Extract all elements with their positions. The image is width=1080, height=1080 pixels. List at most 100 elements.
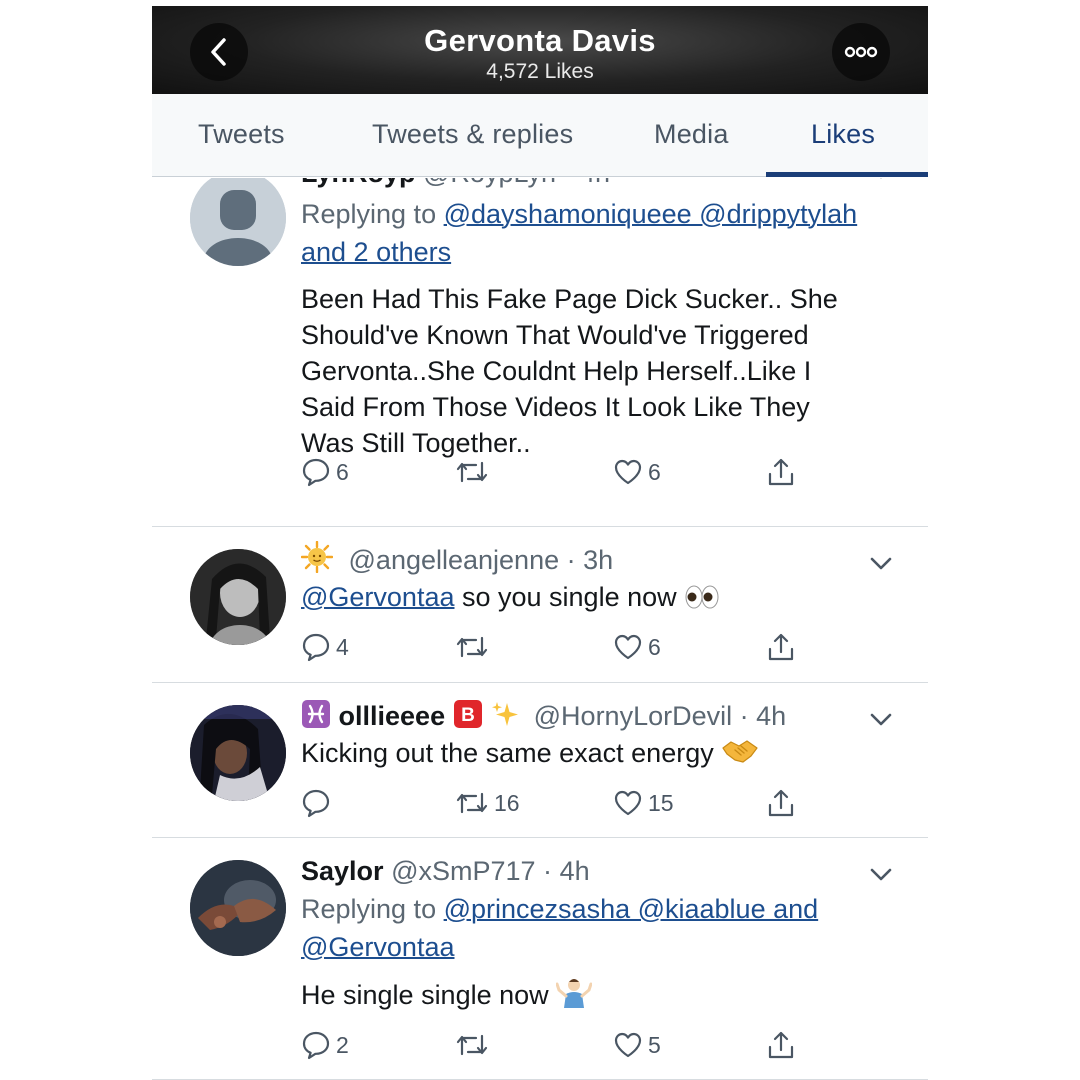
chevron-down-icon[interactable] bbox=[870, 713, 892, 727]
header-title-group: Gervonta Davis 4,572 Likes bbox=[152, 24, 928, 85]
share-button[interactable] bbox=[765, 786, 797, 820]
tweet-actions: 2 5 bbox=[301, 1028, 801, 1062]
tweet-content: @angelleanjenne · 3h @Gervontaa so you s… bbox=[301, 541, 892, 615]
display-name[interactable]: LynRoyp bbox=[301, 178, 416, 188]
sparkles-icon bbox=[492, 702, 519, 726]
share-button[interactable] bbox=[765, 1028, 797, 1062]
reply-count: 2 bbox=[336, 1031, 349, 1058]
tweet-content: olllieeee B @HornyLorDevil · 4h Kicking … bbox=[301, 697, 892, 771]
retweet-button[interactable] bbox=[455, 455, 494, 489]
retweet-icon bbox=[456, 1034, 488, 1056]
reply-icon bbox=[302, 789, 330, 818]
tweet-item[interactable]: Saylor @xSmP717 · 4h Replying to @prince… bbox=[152, 838, 928, 1080]
pisces-icon bbox=[302, 700, 330, 728]
more-button[interactable] bbox=[832, 23, 890, 81]
user-photo-icon bbox=[190, 549, 286, 645]
handshake-icon bbox=[722, 740, 758, 763]
retweet-button[interactable] bbox=[455, 1028, 494, 1062]
heart-icon bbox=[614, 634, 642, 660]
tweet-header: LynRoyp @RoypLyn · 4h bbox=[301, 178, 892, 192]
profile-tabs: Tweets Tweets & replies Media Likes bbox=[152, 94, 928, 177]
reply-mention-link[interactable]: @Gervontaa bbox=[301, 932, 454, 962]
retweet-icon bbox=[456, 636, 488, 658]
avatar[interactable] bbox=[190, 549, 286, 645]
tweet-text: Kicking out the same exact energy bbox=[301, 735, 892, 771]
tweet-header: Saylor @xSmP717 · 4h bbox=[301, 856, 590, 886]
avatar[interactable] bbox=[190, 860, 286, 956]
profile-header: Gervonta Davis 4,572 Likes bbox=[152, 6, 928, 94]
tweet-text: Been Had This Fake Page Dick Sucker.. Sh… bbox=[301, 284, 838, 458]
chevron-down-icon[interactable] bbox=[870, 557, 892, 571]
display-name[interactable]: olllieeee bbox=[339, 701, 446, 731]
reply-button[interactable]: 4 bbox=[301, 630, 349, 664]
sun-face-icon bbox=[301, 541, 333, 573]
reply-others-link[interactable]: and 2 others bbox=[301, 237, 451, 267]
reply-button[interactable]: 2 bbox=[301, 1028, 349, 1062]
username[interactable]: @angelleanjenne bbox=[349, 545, 560, 575]
like-button[interactable]: 15 bbox=[613, 786, 674, 820]
timestamp: 4h bbox=[580, 178, 610, 188]
tweet-text: @Gervontaa so you single now bbox=[301, 579, 892, 615]
reply-mentions-link[interactable]: @dayshamoniqueee @drippytylah bbox=[444, 199, 858, 229]
share-icon bbox=[768, 789, 794, 817]
like-count: 6 bbox=[648, 633, 661, 660]
active-tab-indicator bbox=[766, 172, 928, 177]
retweet-icon bbox=[456, 461, 488, 483]
tab-tweets[interactable]: Tweets bbox=[198, 119, 285, 150]
default-avatar-icon bbox=[190, 178, 286, 266]
tab-media[interactable]: Media bbox=[654, 119, 729, 150]
tweet-content: Saylor @xSmP717 · 4h Replying to @prince… bbox=[301, 852, 892, 1013]
share-button[interactable] bbox=[765, 455, 797, 489]
timestamp: 4h bbox=[559, 856, 590, 886]
tab-likes[interactable]: Likes bbox=[811, 119, 875, 150]
timestamp: 3h bbox=[583, 545, 614, 575]
tweet-actions: 16 15 bbox=[301, 786, 801, 820]
reply-button[interactable] bbox=[301, 786, 336, 820]
avatar[interactable] bbox=[190, 178, 286, 266]
chevron-down-icon[interactable] bbox=[870, 868, 892, 882]
heart-icon bbox=[614, 459, 642, 485]
reply-mentions-link[interactable]: @princezsasha @kiaablue and bbox=[444, 894, 819, 924]
eyes-icon bbox=[685, 585, 719, 609]
tweet-item[interactable]: @angelleanjenne · 3h @Gervontaa so you s… bbox=[152, 527, 928, 683]
heart-icon bbox=[614, 1032, 642, 1058]
tweet-item[interactable]: olllieeee B @HornyLorDevil · 4h Kicking … bbox=[152, 683, 928, 838]
chevron-down-icon[interactable] bbox=[870, 178, 892, 180]
retweet-button[interactable]: 16 bbox=[455, 786, 520, 820]
share-button[interactable] bbox=[765, 630, 797, 664]
mention-link[interactable]: @Gervontaa bbox=[301, 582, 454, 612]
reply-icon bbox=[302, 1031, 330, 1060]
retweet-icon bbox=[456, 792, 488, 814]
avatar[interactable] bbox=[190, 705, 286, 801]
like-button[interactable]: 6 bbox=[613, 630, 661, 664]
like-count: 15 bbox=[648, 789, 674, 816]
share-icon bbox=[768, 633, 794, 661]
like-count: 5 bbox=[648, 1031, 661, 1058]
timestamp: 4h bbox=[756, 701, 787, 731]
reply-count: 6 bbox=[336, 458, 349, 485]
username[interactable]: @HornyLorDevil bbox=[534, 701, 732, 731]
reply-button[interactable]: 6 bbox=[301, 455, 349, 489]
svg-text:B: B bbox=[461, 705, 475, 726]
tweet-header: @angelleanjenne · 3h bbox=[301, 541, 892, 579]
user-photo-icon bbox=[190, 705, 286, 801]
heart-icon bbox=[614, 790, 642, 816]
reply-icon bbox=[302, 633, 330, 662]
like-button[interactable]: 5 bbox=[613, 1028, 661, 1062]
display-name[interactable]: Saylor bbox=[301, 856, 384, 886]
retweet-button[interactable] bbox=[455, 630, 494, 664]
tweet-item[interactable]: LynRoyp @RoypLyn · 4h Replying to @daysh… bbox=[152, 178, 928, 527]
user-photo-icon bbox=[190, 860, 286, 956]
b-button-icon: B bbox=[453, 700, 482, 728]
username[interactable]: @RoypLyn bbox=[423, 178, 556, 188]
likes-feed[interactable]: LynRoyp @RoypLyn · 4h Replying to @daysh… bbox=[152, 178, 928, 1080]
tweet-actions: 4 6 bbox=[301, 630, 801, 664]
like-button[interactable]: 6 bbox=[613, 455, 661, 489]
person-shrugging-icon bbox=[556, 979, 593, 1008]
tweet-header: olllieeee B @HornyLorDevil · 4h bbox=[301, 697, 892, 735]
like-count: 6 bbox=[648, 458, 661, 485]
twitter-profile-screen: Gervonta Davis 4,572 Likes Tweets Tweets… bbox=[152, 0, 928, 1080]
tab-tweets-and-replies[interactable]: Tweets & replies bbox=[372, 119, 573, 150]
share-icon bbox=[768, 1031, 794, 1059]
username[interactable]: @xSmP717 bbox=[391, 856, 535, 886]
